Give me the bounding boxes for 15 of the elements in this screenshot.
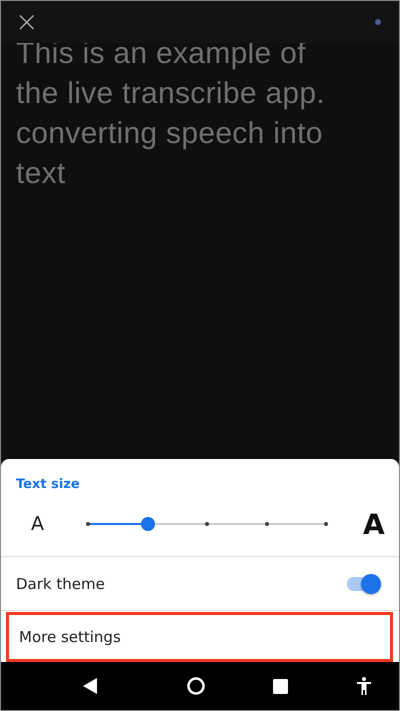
section-title: Text size	[15, 476, 81, 492]
close-button[interactable]: ×	[15, 8, 38, 36]
recents-icon[interactable]	[273, 678, 288, 694]
transcript-line: the live transcribe app.	[16, 76, 326, 112]
transcript-line: text	[16, 156, 67, 192]
accessibility-icon[interactable]	[356, 677, 371, 695]
large-text-label: A	[363, 508, 385, 540]
home-icon[interactable]	[186, 677, 205, 695]
toggle-switch[interactable]	[347, 574, 381, 594]
transcript-line: This is an example of	[16, 36, 307, 72]
setting-label: Dark theme	[16, 574, 105, 592]
small-text-label: A	[31, 513, 45, 535]
transcript-line: converting speech into	[16, 116, 324, 152]
back-icon[interactable]	[82, 677, 98, 695]
settings-link[interactable]: More settings	[6, 612, 393, 662]
